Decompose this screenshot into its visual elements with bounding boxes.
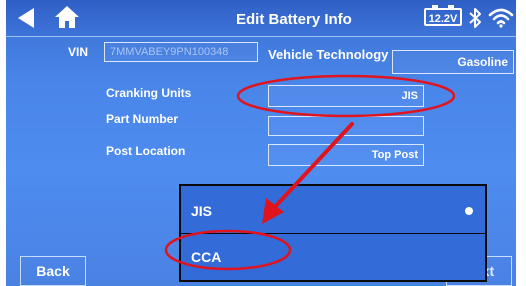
dropdown-option-label: CCA [191,249,222,265]
bluetooth-icon [469,8,481,28]
back-button[interactable]: Back [20,256,86,286]
dropdown-option-jis[interactable]: JIS [181,190,485,232]
battery-icon: 12.2V [424,5,462,26]
part-number-field[interactable] [268,116,424,136]
page-title: Edit Battery Info [236,11,352,28]
cranking-units-field[interactable]: JIS [268,85,424,107]
divider [181,233,485,234]
top-bar: Edit Battery Info 12.2V [6,0,516,37]
home-icon[interactable] [54,4,80,30]
post-location-field[interactable]: Top Post [268,144,424,166]
cranking-units-dropdown: JIS CCA [179,184,487,282]
part-number-label: Part Number [106,112,179,126]
back-arrow-icon[interactable] [14,6,40,30]
selected-radio-icon [465,207,473,215]
vin-field[interactable]: 7MMVABEY9PN100348 [104,42,258,62]
cranking-units-label: Cranking Units [106,86,192,100]
dropdown-option-label: JIS [191,203,213,219]
wifi-icon [488,8,514,28]
dropdown-option-cca[interactable]: CCA [181,236,485,278]
vehicle-technology-field[interactable]: Gasoline [392,50,514,74]
vehicle-technology-label: Vehicle Technology [268,47,389,62]
post-location-label: Post Location [106,144,186,158]
vin-label: VIN [68,45,89,59]
